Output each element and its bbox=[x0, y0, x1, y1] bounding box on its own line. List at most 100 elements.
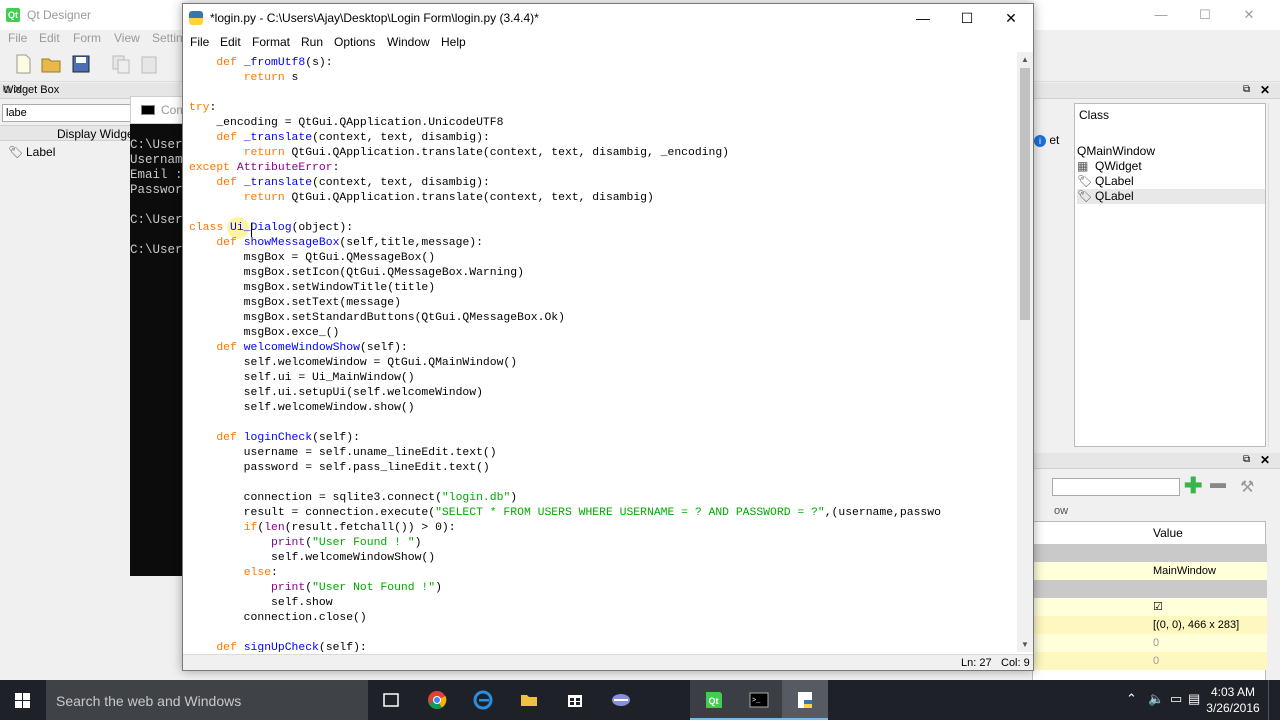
property-row[interactable]: 0 bbox=[1033, 634, 1267, 652]
property-row[interactable]: 0 bbox=[1033, 652, 1267, 670]
volume-icon[interactable]: 🔈 bbox=[1148, 691, 1164, 707]
maximize-icon[interactable]: ☐ bbox=[945, 4, 989, 32]
code-line: def _translate(context, text, disambig): bbox=[216, 177, 490, 189]
code-line: msgBox.setWindowTitle(title) bbox=[189, 282, 436, 294]
property-row[interactable]: MainWindow bbox=[1033, 562, 1267, 580]
clock-date[interactable]: 3/26/2016 bbox=[1204, 701, 1262, 715]
code-line: password = self.pass_lineEdit.text() bbox=[189, 462, 490, 474]
svg-text:Qt: Qt bbox=[709, 696, 719, 706]
message-icon[interactable]: ▤ bbox=[1188, 691, 1200, 707]
property-table[interactable]: Value MainWindow ☑ [(0, 0), 466 x 283] 0… bbox=[1032, 521, 1267, 688]
checkbox-icon[interactable]: ☑ bbox=[1153, 598, 1163, 616]
object-row-mainwindow[interactable]: QMainWindow bbox=[1077, 144, 1155, 159]
console-line: C:\User bbox=[130, 213, 183, 227]
wrench-icon[interactable]: ⚒ bbox=[1240, 477, 1254, 497]
console-line: C:\User bbox=[130, 138, 183, 152]
close-icon[interactable]: ✕ bbox=[1234, 4, 1264, 26]
property-column-value: Value bbox=[1153, 526, 1183, 540]
code-line: return s bbox=[243, 72, 299, 84]
chrome-icon[interactable] bbox=[414, 680, 460, 720]
property-row[interactable]: ☑ bbox=[1033, 598, 1267, 616]
media-app-icon[interactable] bbox=[598, 680, 644, 720]
object-inspector: ⧉ ✕ i et Class QMainWindow ▦ QWidget 🏷 QLa… bbox=[1032, 83, 1280, 453]
menu-edit[interactable]: Edit bbox=[220, 35, 241, 49]
console-window[interactable]: Com C:\User Usernam Email : Passwor C:\U… bbox=[130, 96, 190, 576]
clock-time[interactable]: 4:03 AM bbox=[1208, 685, 1258, 699]
menu-format[interactable]: Format bbox=[252, 35, 290, 49]
property-row[interactable] bbox=[1033, 580, 1267, 598]
close-icon[interactable]: ✕ bbox=[989, 4, 1033, 32]
search-placeholder: Search the web and Windows bbox=[56, 693, 242, 709]
idle-taskbar-icon[interactable] bbox=[782, 680, 828, 720]
editor-scrollbar[interactable]: ▲ ▼ bbox=[1017, 52, 1033, 652]
code-line: msgBox.setStandardButtons(QtGui.QMessage… bbox=[189, 312, 565, 324]
qt-menu-view[interactable]: View bbox=[114, 31, 140, 45]
float-icon[interactable]: ⧉ bbox=[1243, 84, 1250, 95]
menu-options[interactable]: Options bbox=[334, 35, 375, 49]
taskbar-search-box[interactable]: Search the web and Windows bbox=[46, 680, 368, 720]
open-folder-icon[interactable] bbox=[40, 53, 62, 75]
remove-icon[interactable]: ▬ bbox=[1210, 475, 1226, 493]
code-line: return QtGui.QApplication.translate(cont… bbox=[243, 147, 730, 159]
svg-text:>_: >_ bbox=[752, 697, 761, 705]
store-icon[interactable] bbox=[552, 680, 598, 720]
paste-icon[interactable] bbox=[138, 53, 160, 75]
tag-icon: 🏷 bbox=[1077, 174, 1093, 188]
network-icon[interactable]: ▭ bbox=[1170, 691, 1182, 707]
code-line: _encoding = QtGui.QApplication.UnicodeUT… bbox=[189, 117, 504, 129]
menu-run[interactable]: Run bbox=[301, 35, 323, 49]
object-row-label[interactable]: 🏷 QLabel bbox=[1077, 189, 1265, 204]
widget-item-label[interactable]: 🏷 Label bbox=[8, 145, 55, 161]
float-icon[interactable]: ⧉ bbox=[1243, 454, 1250, 465]
menu-help[interactable]: Help bbox=[441, 35, 466, 49]
object-row-label[interactable]: 🏷 QLabel bbox=[1077, 174, 1134, 189]
qt-designer-taskbar-icon[interactable]: Qt bbox=[690, 680, 736, 720]
menu-file[interactable]: File bbox=[190, 35, 209, 49]
cmd-taskbar-icon[interactable]: >_ bbox=[736, 680, 782, 720]
code-editor[interactable]: def _fromUtf8(s): return s try: _encoding… bbox=[183, 52, 1017, 652]
property-row[interactable] bbox=[1033, 544, 1267, 562]
maximize-icon[interactable]: ☐ bbox=[1190, 4, 1220, 26]
qt-menu-form[interactable]: Form bbox=[73, 31, 101, 45]
object-row-widget[interactable]: ▦ QWidget bbox=[1077, 159, 1142, 174]
property-row[interactable]: [(0, 0), 466 x 283] bbox=[1033, 616, 1267, 634]
text-cursor bbox=[251, 223, 252, 237]
qt-title: Qt Designer bbox=[27, 8, 92, 22]
object-inspector-scrollbar[interactable] bbox=[1268, 103, 1280, 447]
copy-icon[interactable] bbox=[110, 53, 132, 75]
close-icon[interactable]: ✕ bbox=[1260, 83, 1270, 97]
code-line: msgBox.setIcon(QtGui.QMessageBox.Warning… bbox=[189, 267, 524, 279]
close-icon[interactable]: ✕ bbox=[1260, 453, 1270, 467]
new-file-icon[interactable] bbox=[12, 53, 34, 75]
edge-icon[interactable] bbox=[460, 680, 506, 720]
float-icon[interactable]: ⧉ ✕ bbox=[3, 84, 22, 97]
minimize-icon[interactable]: — bbox=[901, 4, 945, 32]
task-view-icon[interactable] bbox=[368, 680, 414, 720]
property-hint-text: ow bbox=[1054, 505, 1069, 517]
show-desktop-button[interactable] bbox=[1268, 680, 1280, 720]
menu-window[interactable]: Window bbox=[387, 35, 430, 49]
object-tree[interactable]: Class QMainWindow ▦ QWidget 🏷 QLabel 🏷 QLab… bbox=[1074, 103, 1266, 447]
scroll-up-icon[interactable]: ▲ bbox=[1021, 55, 1029, 64]
minimize-icon[interactable]: — bbox=[1146, 4, 1176, 26]
scroll-down-icon[interactable]: ▼ bbox=[1021, 640, 1029, 649]
code-line: msgBox.exce_() bbox=[189, 327, 340, 339]
windows-start-icon[interactable] bbox=[0, 680, 46, 720]
idle-title: *login.py - C:\Users\Ajay\Desktop\Login … bbox=[210, 11, 539, 25]
status-column: Col: 9 bbox=[1001, 657, 1030, 669]
qt-menu-settings[interactable]: Settin bbox=[152, 31, 183, 45]
scrollbar-thumb[interactable] bbox=[1020, 68, 1030, 320]
code-line: def _fromUtf8(s): bbox=[216, 57, 333, 69]
console-line: Usernam bbox=[130, 153, 183, 167]
taskbar: Search the web and Windows Qt >_ ⌃ 🔈 ▭ ▤… bbox=[0, 680, 1280, 720]
property-filter-input[interactable] bbox=[1052, 478, 1180, 496]
add-icon[interactable]: ✚ bbox=[1184, 475, 1202, 497]
qt-menu-edit[interactable]: Edit bbox=[39, 31, 60, 45]
save-icon[interactable] bbox=[70, 53, 92, 75]
code-line: def _translate(context, text, disambig): bbox=[216, 132, 490, 144]
chevron-up-icon[interactable]: ⌃ bbox=[1126, 691, 1137, 707]
console-line: C:\User bbox=[130, 243, 183, 257]
qt-menu-file[interactable]: File bbox=[8, 31, 27, 45]
property-editor-scrollbar[interactable] bbox=[1268, 521, 1280, 688]
file-explorer-icon[interactable] bbox=[506, 680, 552, 720]
